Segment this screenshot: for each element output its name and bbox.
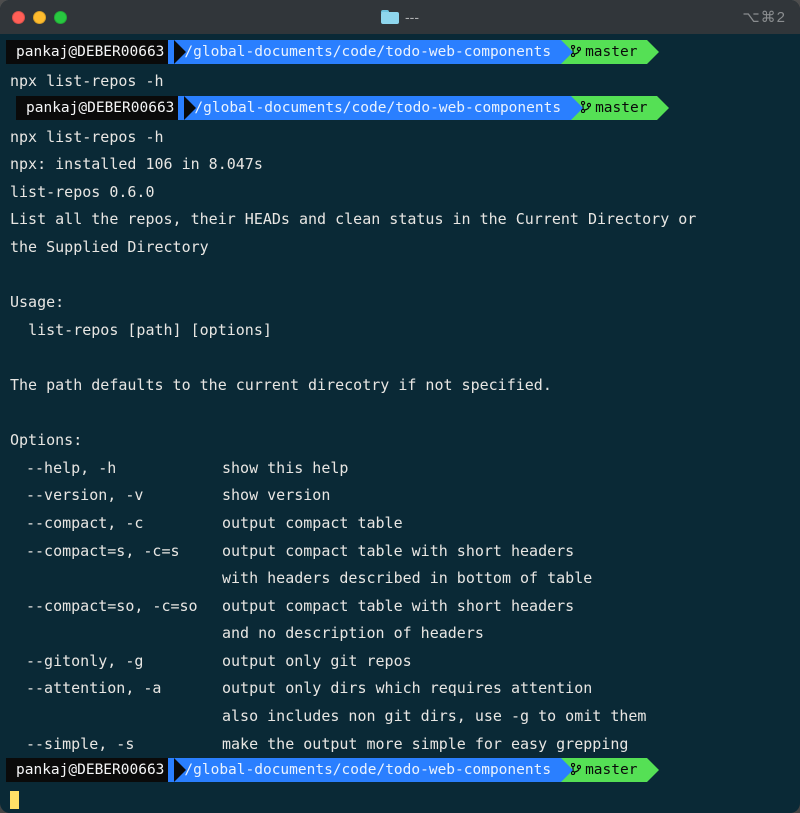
option-row: --attention, -aoutput only dirs which re… — [0, 675, 800, 703]
option-desc: output compact table — [222, 510, 403, 538]
option-row: also includes non git dirs, use -g to om… — [0, 703, 800, 731]
input-line[interactable] — [0, 786, 800, 813]
close-icon[interactable] — [12, 11, 25, 24]
prompt-line: pankaj@DEBER00663 /global-documents/code… — [0, 40, 800, 64]
option-row: --version, -vshow version — [0, 482, 800, 510]
option-desc: with headers described in bottom of tabl… — [222, 565, 592, 593]
option-row: --gitonly, -goutput only git repos — [0, 648, 800, 676]
title-text: --- — [405, 9, 419, 25]
output-line: the Supplied Directory — [0, 234, 800, 262]
prompt-path-text: /global-documents/code/todo-web-componen… — [184, 762, 551, 778]
output-line: Options: — [0, 427, 800, 455]
option-flag: --help, -h — [26, 455, 222, 483]
keyboard-hint: ⌥⌘2 — [742, 8, 786, 26]
option-desc: also includes non git dirs, use -g to om… — [222, 703, 646, 731]
option-flag: --version, -v — [26, 482, 222, 510]
prompt-branch-text: master — [585, 44, 637, 60]
traffic-lights — [12, 11, 67, 24]
option-row: with headers described in bottom of tabl… — [0, 565, 800, 593]
option-flag: --compact=s, -c=s — [26, 538, 222, 566]
output-blank — [0, 400, 800, 428]
output-blank — [0, 344, 800, 372]
prompt-branch-text: master — [595, 100, 647, 116]
command-text: npx list-repos -h — [0, 68, 800, 96]
option-flag: --compact=so, -c=so — [26, 593, 222, 621]
prompt-user: pankaj@DEBER00663 — [6, 758, 174, 782]
cursor-icon — [10, 791, 19, 809]
minimize-icon[interactable] — [33, 11, 46, 24]
option-flag: --simple, -s — [26, 731, 222, 759]
option-flag — [26, 703, 222, 731]
prompt-user-text: pankaj@DEBER00663 — [16, 44, 164, 60]
output-line: The path defaults to the current direcot… — [0, 372, 800, 400]
option-row: --compact=s, -c=soutput compact table wi… — [0, 538, 800, 566]
option-flag: --compact, -c — [26, 510, 222, 538]
prompt-line: pankaj@DEBER00663 /global-documents/code… — [0, 96, 800, 120]
option-flag — [26, 620, 222, 648]
option-row: --help, -hshow this help — [0, 455, 800, 483]
titlebar: --- ⌥⌘2 — [0, 0, 800, 34]
option-row: --compact=so, -c=sooutput compact table … — [0, 593, 800, 621]
output-line: list-repos 0.6.0 — [0, 179, 800, 207]
folder-icon — [381, 10, 399, 24]
output-line: list-repos [path] [options] — [0, 317, 800, 345]
window-title: --- — [0, 9, 800, 25]
option-desc: show version — [222, 482, 330, 510]
option-desc: output compact table with short headers — [222, 593, 574, 621]
option-desc: output compact table with short headers — [222, 538, 574, 566]
option-desc: make the output more simple for easy gre… — [222, 731, 628, 759]
output-line: npx: installed 106 in 8.047s — [0, 151, 800, 179]
option-row: --simple, -smake the output more simple … — [0, 731, 800, 759]
prompt-user: pankaj@DEBER00663 — [6, 40, 174, 64]
option-flag — [26, 565, 222, 593]
prompt-user-text: pankaj@DEBER00663 — [16, 762, 164, 778]
prompt-path: /global-documents/code/todo-web-componen… — [168, 758, 561, 782]
prompt-user: pankaj@DEBER00663 — [16, 96, 184, 120]
prompt-path-text: /global-documents/code/todo-web-componen… — [184, 44, 551, 60]
options-list: --help, -hshow this help--version, -vsho… — [0, 455, 800, 759]
option-row: and no description of headers — [0, 620, 800, 648]
prompt-path-text: /global-documents/code/todo-web-componen… — [194, 100, 561, 116]
command-text: npx list-repos -h — [0, 124, 800, 152]
prompt-line: pankaj@DEBER00663 /global-documents/code… — [0, 758, 800, 782]
terminal-body[interactable]: pankaj@DEBER00663 /global-documents/code… — [0, 34, 800, 813]
zoom-icon[interactable] — [54, 11, 67, 24]
option-row: --compact, -coutput compact table — [0, 510, 800, 538]
terminal-window: --- ⌥⌘2 pankaj@DEBER00663 /global-docume… — [0, 0, 800, 813]
option-flag: --attention, -a — [26, 675, 222, 703]
prompt-user-text: pankaj@DEBER00663 — [26, 100, 174, 116]
output-line: Usage: — [0, 289, 800, 317]
prompt-path: /global-documents/code/todo-web-componen… — [168, 40, 561, 64]
option-desc: output only dirs which requires attentio… — [222, 675, 592, 703]
option-flag: --gitonly, -g — [26, 648, 222, 676]
output-blank — [0, 262, 800, 290]
prompt-branch-text: master — [585, 762, 637, 778]
option-desc: output only git repos — [222, 648, 412, 676]
prompt-path: /global-documents/code/todo-web-componen… — [178, 96, 571, 120]
output-line: List all the repos, their HEADs and clea… — [0, 206, 800, 234]
option-desc: and no description of headers — [222, 620, 484, 648]
option-desc: show this help — [222, 455, 348, 483]
